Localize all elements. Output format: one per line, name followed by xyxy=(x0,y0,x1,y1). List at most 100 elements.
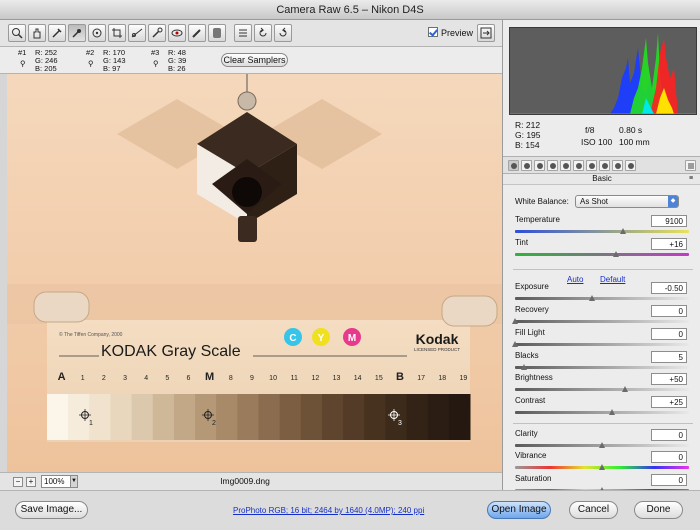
dialog-footer: Save Image... ProPhoto RGB; 16 bit; 2464… xyxy=(0,490,700,530)
contrast-slider-row: Contrast +25 xyxy=(515,396,700,426)
exposure-label: Exposure xyxy=(515,282,549,291)
hand-tool-button[interactable] xyxy=(28,24,46,42)
rotate-left-tool-button[interactable] xyxy=(254,24,272,42)
scale-label: B xyxy=(396,371,404,383)
clarity-label: Clarity xyxy=(515,429,538,438)
readout-focal: 100 mm xyxy=(619,137,650,147)
zoom-out-button[interactable]: − xyxy=(13,477,23,487)
gray-scale-patch xyxy=(427,394,450,440)
temperature-value-field[interactable]: 9100 xyxy=(651,215,687,227)
open-image-button[interactable]: Open Image xyxy=(487,501,551,519)
histogram xyxy=(509,27,697,115)
lens-tab[interactable] xyxy=(573,160,584,171)
effects-tab[interactable] xyxy=(586,160,597,171)
white-balance-tool-button[interactable] xyxy=(48,24,66,42)
gray-scale-patch xyxy=(195,394,217,440)
gray-scale-patch xyxy=(343,394,365,440)
fill-light-slider-track[interactable] xyxy=(515,343,689,346)
temperature-slider-thumb[interactable] xyxy=(619,228,626,234)
brightness-slider-track[interactable] xyxy=(515,388,689,391)
panel-menu-icon[interactable]: ≡ xyxy=(684,175,698,183)
exposure-value-field[interactable]: -0.50 xyxy=(651,282,687,294)
scale-label: A xyxy=(58,371,66,383)
vibrance-label: Vibrance xyxy=(515,451,547,460)
sampler-3-b: B: 26 xyxy=(168,64,186,73)
temperature-slider-track[interactable] xyxy=(515,230,689,233)
tint-slider-track[interactable] xyxy=(515,253,689,256)
blacks-slider-thumb[interactable] xyxy=(520,364,527,370)
brightness-value-field[interactable]: +50 xyxy=(651,373,687,385)
zoom-tool-button[interactable] xyxy=(8,24,26,42)
gray-scale-patch xyxy=(216,394,238,440)
gray-scale-patch xyxy=(47,394,69,440)
straighten-tool-button[interactable] xyxy=(128,24,146,42)
rotate-right-tool-button[interactable] xyxy=(274,24,292,42)
snapshots-tab[interactable] xyxy=(625,160,636,171)
tint-value-field[interactable]: +16 xyxy=(651,238,687,250)
blacks-slider-track[interactable] xyxy=(515,366,689,369)
red-eye-tool-button[interactable] xyxy=(168,24,186,42)
lens-tab-icon xyxy=(576,163,582,169)
vibrance-value-field[interactable]: 0 xyxy=(651,451,687,463)
tint-slider-thumb[interactable] xyxy=(612,251,619,257)
exposure-slider-track[interactable] xyxy=(515,297,689,300)
cancel-button[interactable]: Cancel xyxy=(569,501,618,519)
clarity-value-field[interactable]: 0 xyxy=(651,429,687,441)
contrast-slider-thumb[interactable] xyxy=(609,409,616,415)
file-name: Img0009.dng xyxy=(220,476,270,486)
contrast-value-field[interactable]: +25 xyxy=(651,396,687,408)
white-balance-icon xyxy=(52,28,62,38)
gray-scale-patch xyxy=(448,394,471,440)
fullscreen-icon xyxy=(480,27,492,39)
color-sampler-tool-button[interactable] xyxy=(68,24,86,42)
exposure-slider-thumb[interactable] xyxy=(588,295,595,301)
contrast-slider-track[interactable] xyxy=(515,411,689,414)
spot-removal-tool-button[interactable] xyxy=(148,24,166,42)
fill-light-slider-thumb[interactable] xyxy=(512,341,518,347)
zoom-dropdown-icon[interactable]: ▼ xyxy=(70,475,78,488)
workflow-options-link[interactable]: ProPhoto RGB; 16 bit; 2464 by 1640 (4.0M… xyxy=(233,506,424,515)
zoom-in-button[interactable]: + xyxy=(26,477,36,487)
adjustment-brush-tool-button[interactable] xyxy=(188,24,206,42)
crop-icon xyxy=(112,28,122,38)
panel-options-button[interactable] xyxy=(685,160,696,171)
recovery-slider-track[interactable] xyxy=(515,320,689,323)
save-image-button[interactable]: Save Image... xyxy=(15,501,88,519)
basic-tab[interactable] xyxy=(508,160,519,171)
white-balance-select[interactable]: As Shot ◆ xyxy=(575,195,679,208)
red-eye-icon xyxy=(171,29,183,37)
presets-tab[interactable] xyxy=(612,160,623,171)
split-tone-tab[interactable] xyxy=(560,160,571,171)
histogram-graph xyxy=(510,28,696,115)
preview-checkbox-box[interactable] xyxy=(428,27,438,37)
crop-tool-button[interactable] xyxy=(108,24,126,42)
graduated-filter-tool-button[interactable] xyxy=(208,24,226,42)
recovery-slider-thumb[interactable] xyxy=(512,318,518,324)
recovery-value-field[interactable]: 0 xyxy=(651,305,687,317)
scale-label: 6 xyxy=(187,375,191,382)
fill-light-value-field[interactable]: 0 xyxy=(651,328,687,340)
clear-samplers-button[interactable]: Clear Samplers xyxy=(221,53,288,67)
saturation-value-field[interactable]: 0 xyxy=(651,474,687,486)
white-balance-label: White Balance: xyxy=(515,197,569,206)
camera-calibration-tab[interactable] xyxy=(599,160,610,171)
vibrance-slider-thumb[interactable] xyxy=(599,464,605,470)
gray-scale-patch xyxy=(152,394,175,440)
clarity-slider-thumb[interactable] xyxy=(599,442,605,448)
done-button[interactable]: Done xyxy=(634,501,683,519)
image-preview[interactable]: C Y M © The Tiffen Company, 2000 KODAK G… xyxy=(7,74,502,472)
detail-tab[interactable] xyxy=(534,160,545,171)
preferences-tool-button[interactable] xyxy=(234,24,252,42)
brightness-slider-thumb[interactable] xyxy=(621,386,628,392)
default-link[interactable]: Default xyxy=(600,275,625,284)
tone-curve-tab[interactable] xyxy=(521,160,532,171)
preview-checkbox[interactable]: Preview xyxy=(428,27,473,38)
hsl-tab[interactable] xyxy=(547,160,558,171)
target-adjust-tool-button[interactable] xyxy=(88,24,106,42)
adjustment-brush-icon xyxy=(192,29,201,38)
blacks-value-field[interactable]: 5 xyxy=(651,351,687,363)
zoom-level-select[interactable]: 100% xyxy=(41,475,71,488)
auto-link[interactable]: Auto xyxy=(567,275,583,284)
toggle-fullscreen-button[interactable] xyxy=(477,24,495,42)
card-product-title: KODAK Gray Scale xyxy=(101,343,241,360)
